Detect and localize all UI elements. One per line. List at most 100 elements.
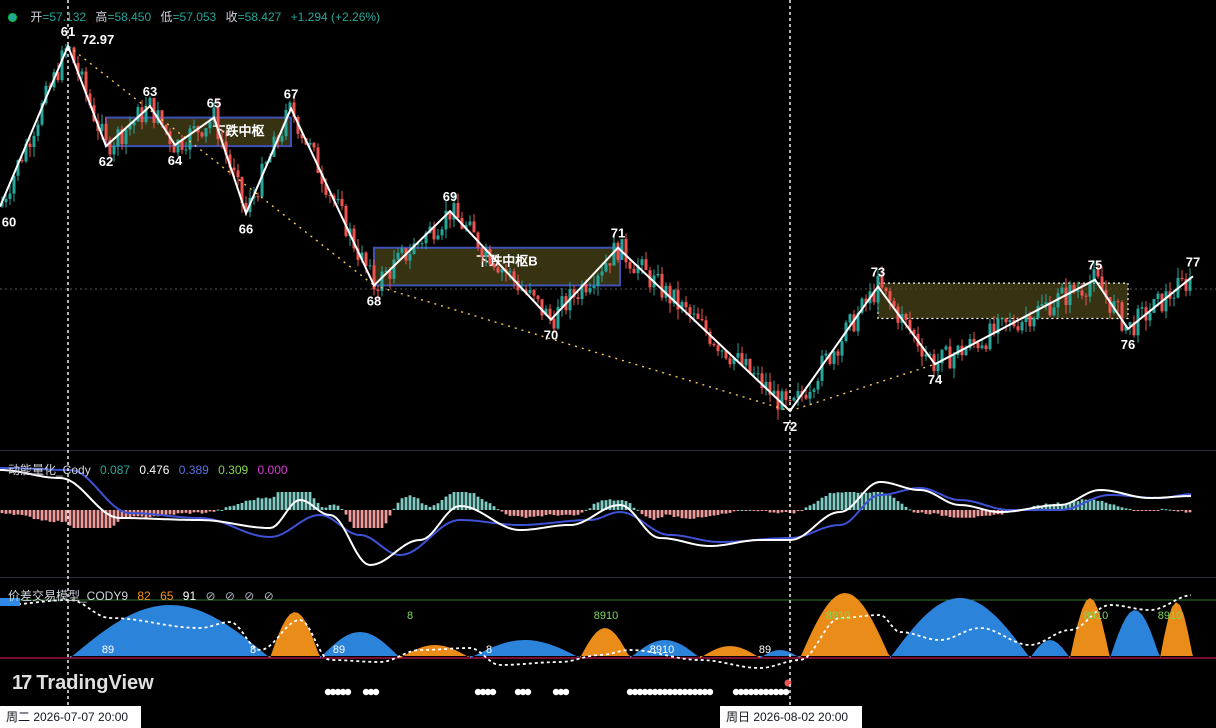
momentum-histogram-bar (824, 495, 828, 510)
momentum-histogram-bar (216, 509, 220, 511)
momentum-histogram-bar (580, 510, 584, 513)
momentum-histogram-bar (1124, 508, 1128, 510)
hidden-plot-icon[interactable]: ⊘ (205, 589, 215, 603)
tradingview-logo[interactable]: 17 TradingView (12, 672, 154, 695)
momentum-histogram-bar (900, 503, 904, 510)
momentum-histogram-bar (800, 510, 804, 511)
candle-body (688, 307, 692, 315)
indicator1-legend[interactable]: 动能量化_Cody 0.087 0.476 0.389 0.309 0.000 (8, 461, 294, 478)
pivot-number-label: 71 (611, 226, 625, 241)
spread-signal-label: 8910 (1158, 610, 1182, 622)
momentum-histogram-bar (772, 510, 776, 513)
candle-body (976, 342, 980, 349)
candle-body (188, 128, 192, 150)
candle-body (344, 205, 348, 237)
momentum-histogram-bar (340, 508, 344, 510)
momentum-histogram-bar (1148, 510, 1152, 511)
momentum-histogram-bar (520, 510, 524, 517)
momentum-histogram-bar (460, 492, 464, 510)
hidden-plot-icon[interactable]: ⊘ (244, 589, 254, 603)
hidden-plot-icon[interactable]: ⊘ (225, 589, 235, 603)
momentum-histogram-bar (768, 510, 772, 513)
momentum-histogram-bar (728, 510, 732, 513)
candle-body (1028, 315, 1032, 327)
low-label: 低 (160, 10, 173, 24)
indicator1-name[interactable]: 动能量化_Cody (8, 463, 91, 477)
momentum-histogram-bar (388, 510, 392, 516)
candle-body (752, 373, 756, 375)
trend-dotted-line (67, 45, 375, 286)
momentum-histogram-bar (852, 492, 856, 510)
spread-signal-label: 8910 (826, 610, 850, 622)
candle-body (624, 239, 628, 263)
candle-body (716, 345, 720, 352)
candle-body (640, 259, 644, 266)
candle-body (456, 203, 460, 219)
momentum-histogram-bar (220, 509, 224, 511)
indicator2-value-1: 82 (137, 589, 151, 603)
momentum-histogram-bar (764, 510, 768, 511)
high-label: 高 (95, 10, 108, 24)
candle-body (204, 128, 208, 137)
momentum-histogram-bar (664, 510, 668, 515)
momentum-histogram-bar (196, 510, 200, 513)
momentum-histogram-bar (84, 510, 88, 528)
pivot-number-label: 64 (168, 153, 183, 168)
momentum-histogram-bar (360, 510, 364, 528)
momentum-histogram-bar (268, 498, 272, 510)
candle-body (804, 394, 808, 399)
spread-area (700, 646, 760, 658)
indicator2-legend[interactable]: 价差交易模型_CODY9 82 65 91 ⊘ ⊘ ⊘ ⊘ (8, 587, 280, 604)
momentum-histogram-bar (496, 509, 500, 511)
candle-body (584, 284, 588, 293)
momentum-histogram-bar (392, 508, 396, 510)
candle-body (632, 268, 636, 274)
close-value: =58.427 (237, 10, 282, 24)
candle-body (816, 380, 820, 390)
momentum-histogram-bar (488, 503, 492, 510)
candle-body (396, 252, 400, 260)
momentum-histogram-bar (160, 510, 164, 515)
candle-body (744, 358, 748, 366)
momentum-histogram-bar (780, 510, 784, 513)
candle-body (604, 263, 608, 272)
momentum-histogram-bar (536, 510, 540, 516)
candle-body (980, 345, 984, 349)
momentum-histogram-bar (128, 510, 132, 519)
indicator1-value-2: 0.476 (139, 463, 170, 477)
momentum-histogram-bar (328, 504, 332, 510)
candle-body (496, 267, 500, 273)
candle-body (1164, 291, 1168, 312)
candle-body (420, 243, 424, 245)
candle-body (256, 196, 260, 198)
momentum-histogram-bar (688, 510, 692, 519)
momentum-histogram-bar (636, 509, 640, 511)
momentum-histogram-bar (652, 510, 656, 520)
momentum-histogram-bar (400, 498, 404, 510)
momentum-histogram-bar (28, 510, 32, 517)
hidden-plot-icon[interactable]: ⊘ (264, 589, 274, 603)
candle-body (1016, 326, 1020, 331)
momentum-histogram-bar (116, 510, 120, 522)
pivot-number-label: 65 (207, 96, 221, 111)
candle-body (408, 254, 412, 261)
momentum-histogram-bar (384, 510, 388, 524)
indicator2-name[interactable]: 价差交易模型_CODY9 (8, 589, 128, 603)
candle-body (600, 271, 604, 276)
momentum-histogram-bar (540, 510, 544, 517)
momentum-histogram-bar (372, 510, 376, 528)
candle-body (492, 264, 496, 268)
momentum-histogram-bar (976, 510, 980, 517)
candle-body (20, 160, 24, 162)
signal-dot (782, 688, 790, 696)
momentum-histogram-bar (672, 510, 676, 518)
indicator2-value-2: 65 (160, 589, 174, 603)
momentum-histogram-bar (660, 510, 664, 518)
momentum-histogram-bar (188, 510, 192, 514)
candle-body (400, 248, 404, 253)
candle-body (1000, 318, 1004, 320)
momentum-histogram-bar (436, 503, 440, 510)
momentum-histogram-bar (504, 510, 508, 515)
momentum-histogram-bar (884, 493, 888, 510)
candle-body (1080, 290, 1084, 296)
